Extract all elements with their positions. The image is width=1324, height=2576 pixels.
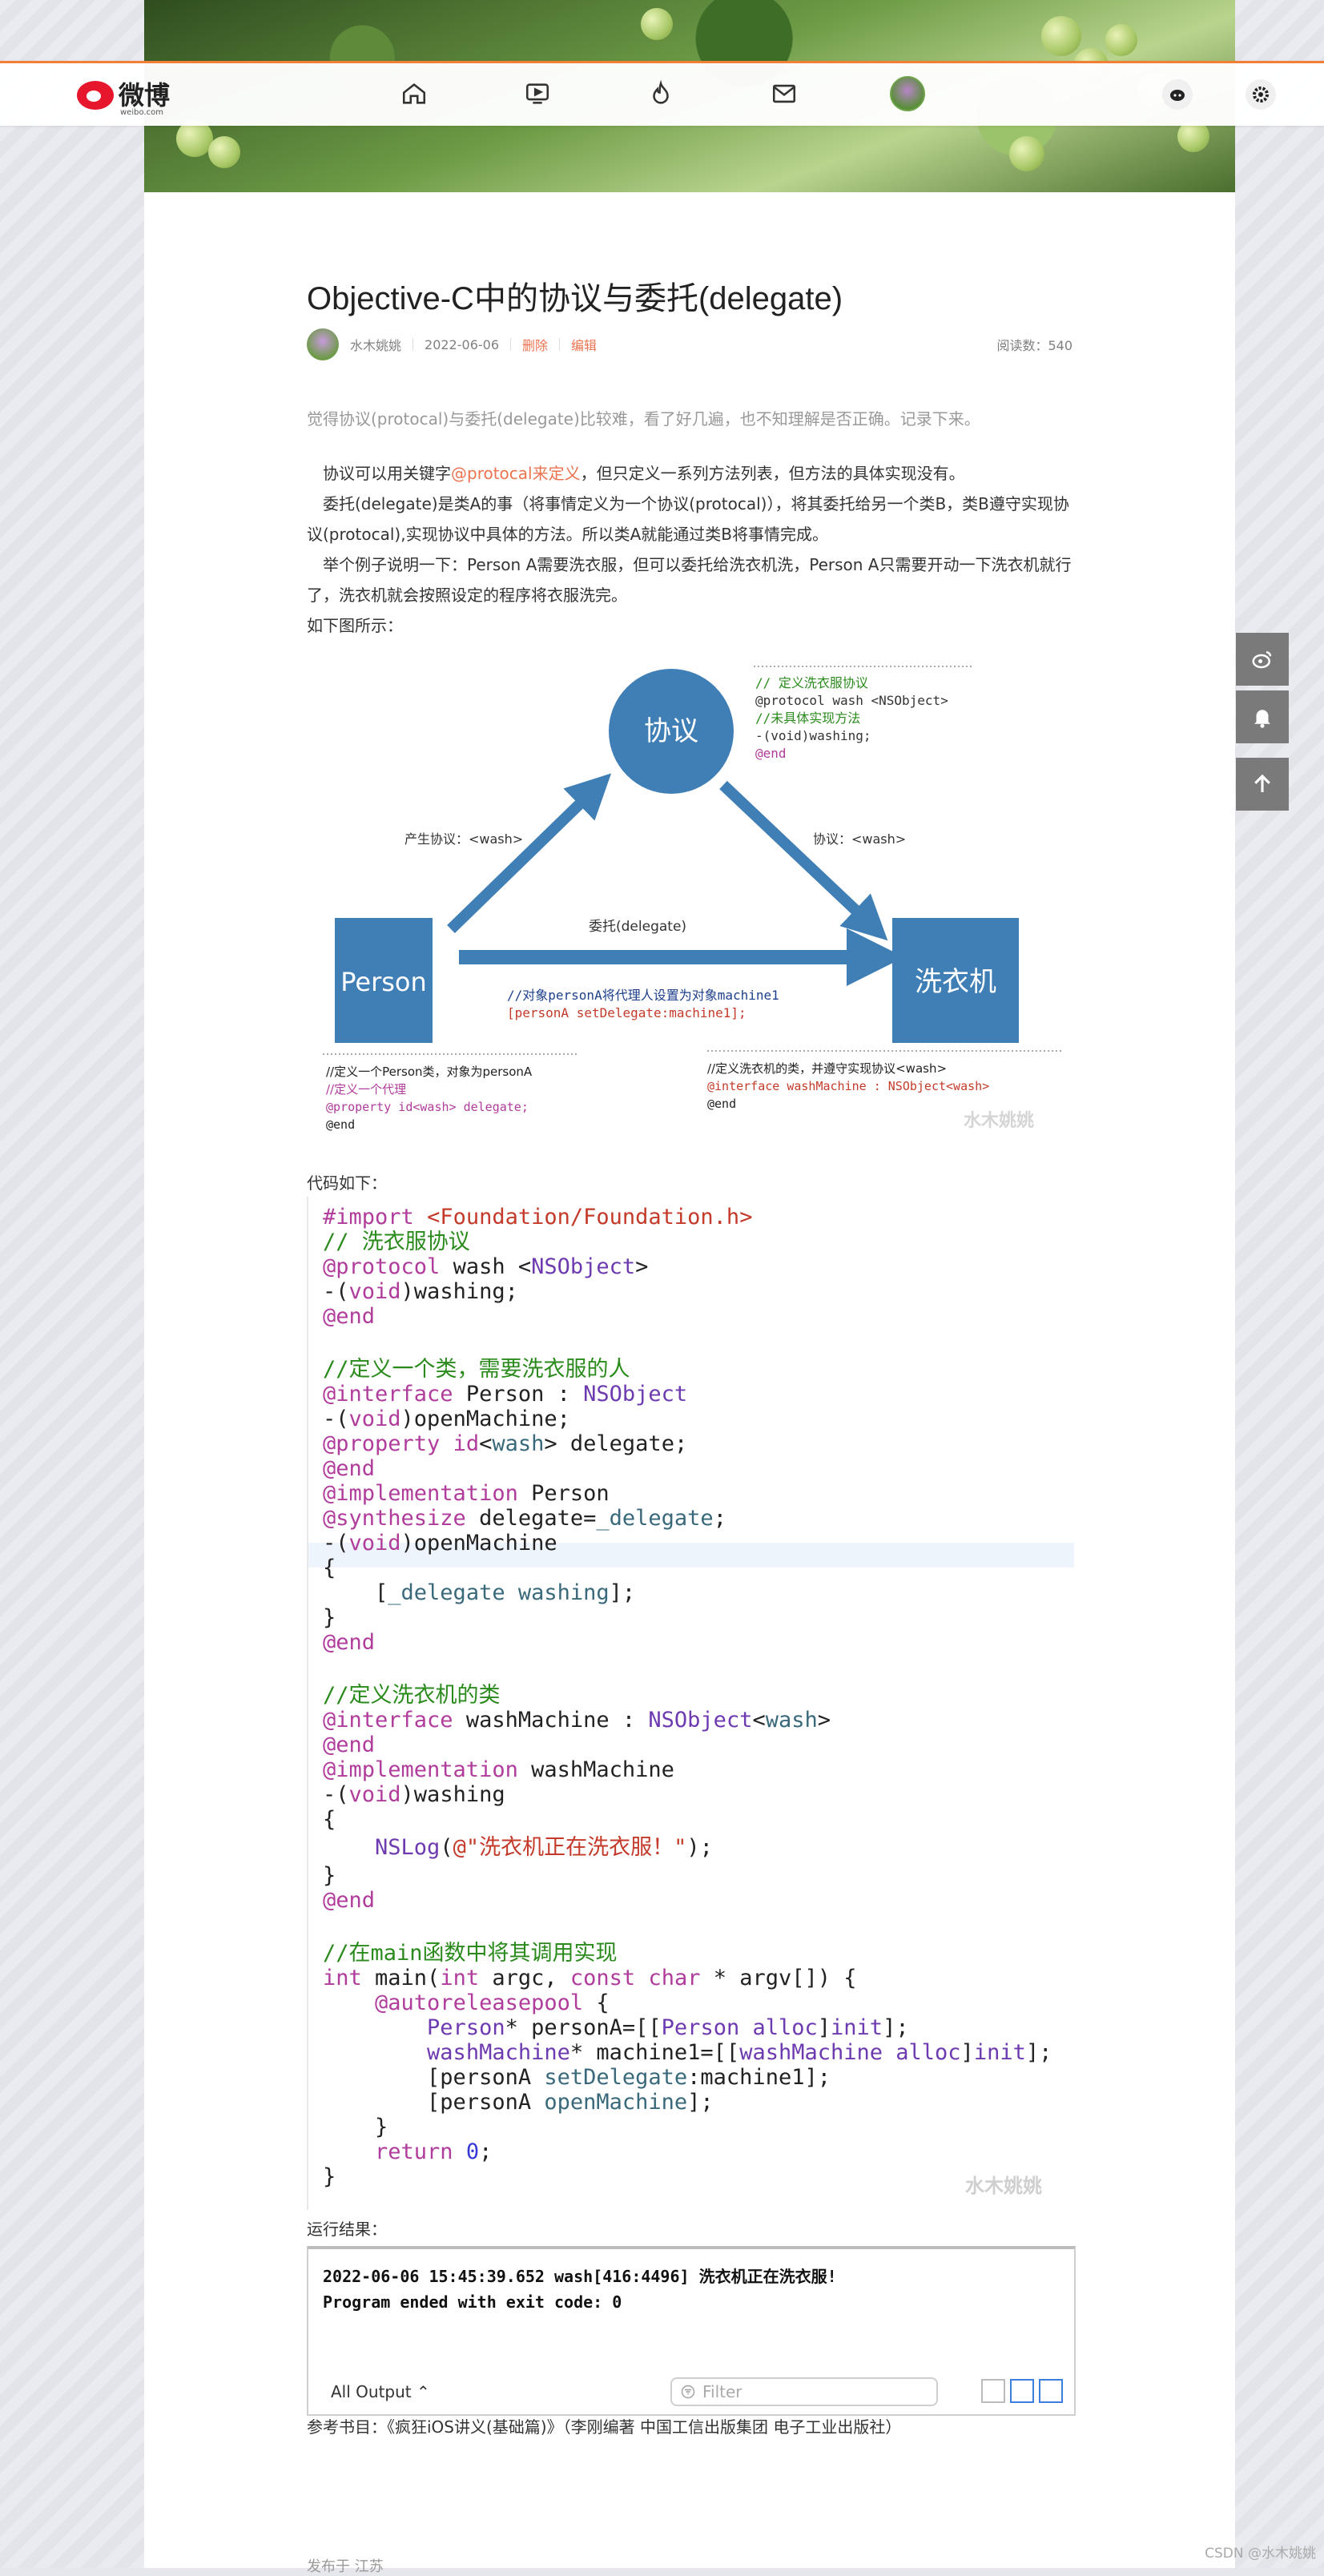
paragraph-1: 协议可以用关键字@protocal来定义，但只定义一系列方法列表，但方法的具体实…: [307, 458, 1072, 489]
weibo-share-icon: [1252, 651, 1272, 669]
console-text: 2022-06-06 15:45:39.652 wash[416:4496] 洗…: [323, 2264, 837, 2315]
console-toolbar: All Output ⌃ Filter: [308, 2369, 1074, 2414]
paragraph-1-pre: 协议可以用关键字: [307, 464, 451, 483]
note-right-3: @end: [707, 1097, 736, 1111]
lead-paragraph: 觉得协议(protocal)与委托(delegate)比较难，看了好几遍，也不知…: [307, 409, 980, 429]
back-to-top-button[interactable]: [1236, 758, 1289, 811]
notification-button[interactable]: [1236, 690, 1289, 743]
video-icon[interactable]: [476, 78, 599, 110]
note-top-3: //未具体实现方法: [755, 710, 860, 726]
edge-bottom-label: 委托(delegate): [589, 919, 686, 935]
mail-icon[interactable]: [722, 78, 846, 110]
person-node-label: Person: [340, 967, 427, 997]
delete-link[interactable]: 删除: [522, 335, 548, 354]
edit-link[interactable]: 编辑: [571, 335, 597, 354]
code-block: #import <Foundation/Foundation.h> // 洗衣服…: [307, 1197, 1074, 2210]
code-intro: 代码如下：: [307, 1173, 387, 1193]
note-mid-2: [personA setDelegate:machine1];: [507, 1005, 747, 1020]
edge-person-to-protocol: [447, 773, 612, 934]
delegate-diagram: 协议 Person 洗衣机 产生协议：<wash> 协议：<wash> 委托(d…: [323, 666, 1064, 1132]
note-top-1: // 定义洗衣服协议: [755, 675, 868, 690]
washer-node-label: 洗衣机: [915, 966, 996, 998]
csdn-watermark: CSDN @水木姚姚: [1205, 2546, 1316, 2562]
note-top-2: @protocol wash <NSObject>: [755, 693, 948, 708]
article-title: Objective-C中的协议与委托(delegate): [307, 281, 843, 316]
author-avatar[interactable]: [307, 328, 339, 360]
share-weibo-button[interactable]: [1236, 633, 1289, 686]
reference-text: 参考书目：《疯狂iOS讲义(基础篇)》（李刚编著 中国工信出版集团 电子工业出版…: [307, 2417, 902, 2437]
arrow-up-icon: [1254, 774, 1270, 792]
logo-text: 微博: [119, 80, 171, 111]
weibo-logo-icon: [77, 81, 114, 110]
ai-bot-icon[interactable]: [1162, 79, 1193, 110]
hot-icon[interactable]: [599, 78, 722, 110]
bell-icon: [1254, 710, 1270, 728]
edge-protocol-to-washer: [719, 780, 888, 941]
read-count: 阅读数：540: [996, 338, 1072, 353]
edge-right-label: 协议：<wash>: [813, 831, 906, 847]
split-left-icon[interactable]: [1010, 2379, 1034, 2403]
console-line-1: 2022-06-06 15:45:39.652 wash[416:4496] 洗…: [323, 2267, 837, 2286]
logo-subtext: weibo.com: [120, 108, 163, 117]
article-meta: 水木姚姚 2022-06-06 删除 编辑 阅读数：540: [307, 327, 1072, 362]
console-view-toggles: [981, 2379, 1063, 2403]
top-navigation-bar: 微博 weibo.com: [0, 61, 1324, 126]
code-watermark: 水木姚姚: [965, 2175, 1042, 2197]
note-left-4: @end: [326, 1117, 355, 1132]
main-nav: [352, 76, 969, 111]
filter-input[interactable]: Filter: [670, 2377, 938, 2406]
output-selector[interactable]: All Output ⌃: [331, 2382, 430, 2401]
run-intro: 运行结果：: [307, 2220, 387, 2239]
published-location: 发布于 江苏: [307, 2558, 384, 2575]
note-top-4: -(void)washing;: [755, 728, 871, 743]
paragraph-2: 委托(delegate)是类A的事（将事情定义为一个协议(protocal)），…: [307, 494, 1069, 544]
note-right-1: //定义洗衣机的类，并遵守实现协议<wash>: [707, 1061, 947, 1076]
avatar: [890, 76, 925, 111]
console-line-2: Program ended with exit code: 0: [323, 2292, 622, 2312]
filter-icon: [681, 2385, 695, 2399]
profile-avatar[interactable]: [846, 76, 969, 111]
note-top-5: @end: [755, 746, 787, 761]
filter-placeholder: Filter: [702, 2382, 742, 2401]
author-name[interactable]: 水木姚姚: [350, 335, 401, 354]
split-right-icon[interactable]: [1039, 2379, 1063, 2403]
paragraph-4: 如下图所示：: [307, 616, 403, 635]
publish-date: 2022-06-06: [425, 336, 499, 352]
note-mid-1: //对象personA将代理人设置为对象machine1: [507, 988, 779, 1003]
weibo-logo[interactable]: 微博 weibo.com: [77, 79, 171, 117]
home-icon[interactable]: [352, 78, 476, 110]
paragraph-3: 举个例子说明一下：Person A需要洗衣服，但可以委托给洗衣机洗，Person…: [307, 555, 1072, 605]
protocol-node-label: 协议: [644, 715, 698, 747]
note-left-2: //定义一个代理: [326, 1082, 406, 1097]
top-right-tools: [1162, 79, 1276, 110]
settings-gear-icon[interactable]: [1246, 79, 1276, 110]
note-left-3: @property id<wash> delegate;: [326, 1100, 529, 1114]
note-right-2: @interface washMachine : NSObject<wash>: [707, 1079, 989, 1093]
edge-left-label: 产生协议：<wash>: [404, 831, 523, 847]
note-left-1: //定义一个Person类，对象为personA: [326, 1065, 533, 1079]
protocal-highlight: @protocal来定义: [451, 464, 581, 483]
trash-icon[interactable]: [981, 2379, 1005, 2403]
paragraph-1-post: ，但只定义一系列方法列表，但方法的具体实现没有。: [580, 464, 965, 483]
console-output: 2022-06-06 15:45:39.652 wash[416:4496] 洗…: [307, 2246, 1076, 2416]
diagram-watermark: 水木姚姚: [964, 1110, 1034, 1131]
